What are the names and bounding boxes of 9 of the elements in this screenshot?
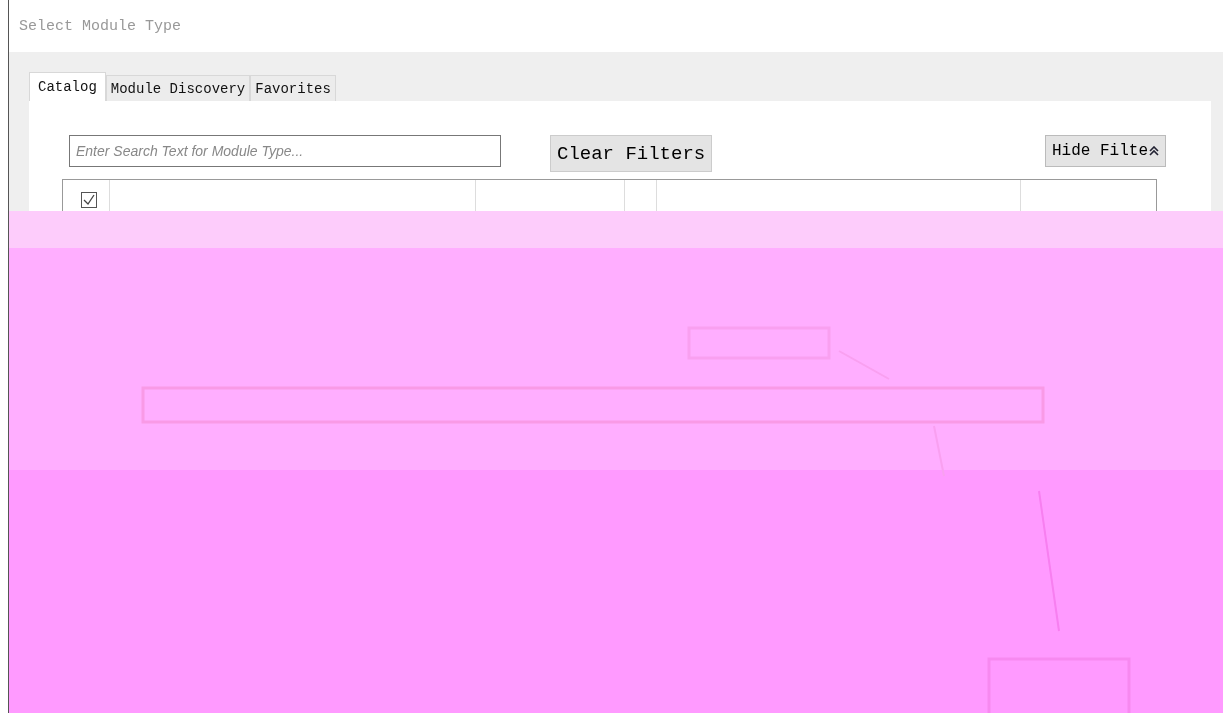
hide-filter-button[interactable]: Hide Filte: [1045, 135, 1166, 167]
search-field[interactable]: Enter Search Text for Module Type...: [69, 135, 501, 167]
tab[interactable]: Favorites: [250, 75, 336, 101]
clear-filters-button[interactable]: Clear Filters: [550, 135, 713, 172]
tab[interactable]: Catalog: [29, 72, 106, 101]
tab[interactable]: Module Discovery: [105, 75, 251, 101]
double-chevron-up-icon: [1149, 146, 1159, 156]
window-title: Select Module Type: [19, 17, 182, 35]
checkbox[interactable]: [81, 192, 97, 208]
